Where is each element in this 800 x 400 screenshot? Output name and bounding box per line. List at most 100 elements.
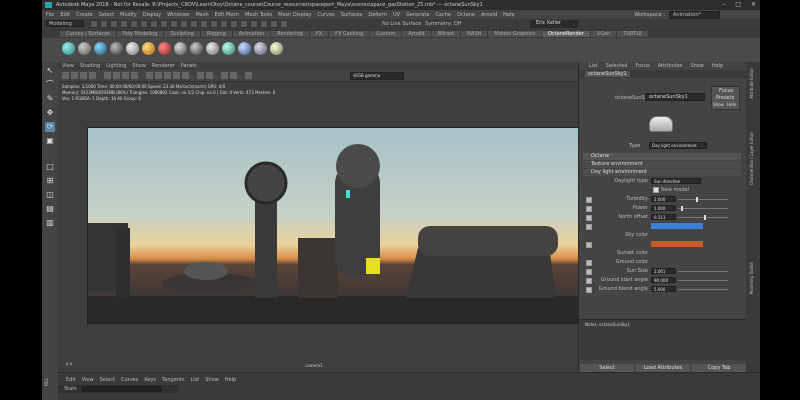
ground-blend-slider[interactable] bbox=[678, 289, 728, 290]
ground-blend-key-checkbox[interactable] bbox=[586, 287, 592, 293]
menu-windows[interactable]: Windows bbox=[167, 12, 189, 18]
redo-icon[interactable] bbox=[130, 20, 138, 28]
ground-start-field[interactable]: 90.000 bbox=[651, 277, 676, 283]
select-button[interactable]: Select bbox=[580, 364, 634, 372]
ge-menu-edit[interactable]: Edit bbox=[66, 377, 76, 383]
toon-material-icon[interactable] bbox=[158, 42, 171, 55]
new-model-checkbox[interactable] bbox=[653, 187, 659, 193]
ae-menu-list[interactable]: List bbox=[589, 63, 598, 69]
undo-icon[interactable] bbox=[120, 20, 128, 28]
north-offset-slider-handle[interactable] bbox=[704, 215, 706, 220]
shelf-tab-curves[interactable]: Curves / Surfaces bbox=[60, 30, 116, 37]
section-texture-environment[interactable]: Texture environment bbox=[583, 161, 741, 168]
load-attributes-button[interactable]: Load Attributes bbox=[636, 364, 690, 372]
shelf-tab-octanerender[interactable]: OctaneRender bbox=[542, 30, 590, 37]
render-frame-icon[interactable] bbox=[220, 20, 228, 28]
sky-color-key-checkbox[interactable] bbox=[586, 224, 592, 230]
sun-size-field[interactable]: 2.061 bbox=[651, 268, 676, 274]
move-tool-icon[interactable]: ✥ bbox=[45, 108, 55, 118]
ae-tab-node[interactable]: octaneSunSky1 bbox=[585, 71, 630, 77]
menu-uv[interactable]: UV bbox=[393, 12, 400, 18]
shelf-tab-custom[interactable]: Custom bbox=[370, 30, 402, 37]
color-manage-icon[interactable] bbox=[245, 72, 252, 79]
grid-icon[interactable] bbox=[104, 72, 111, 79]
layout-four-icon[interactable]: ⊞ bbox=[45, 176, 55, 186]
menu-mesh-display[interactable]: Mesh Display bbox=[278, 12, 311, 18]
ge-menu-view[interactable]: View bbox=[82, 377, 94, 383]
menu-modify[interactable]: Modify bbox=[120, 12, 137, 18]
shelf-tab-rigging[interactable]: Rigging bbox=[200, 30, 232, 37]
diffuse-material-icon[interactable] bbox=[174, 42, 187, 55]
live-surface-field[interactable]: No Live Surface bbox=[382, 21, 421, 27]
snap-point-icon[interactable] bbox=[190, 20, 198, 28]
snap-plane-icon[interactable] bbox=[200, 20, 208, 28]
show-button[interactable]: Show bbox=[713, 102, 724, 107]
history-icon[interactable] bbox=[210, 20, 218, 28]
user-account[interactable]: Eric Keller bbox=[530, 20, 578, 28]
select-component-icon[interactable] bbox=[160, 20, 168, 28]
symmetry-field[interactable]: Symmetry: Off bbox=[425, 21, 461, 27]
menu-help[interactable]: Help bbox=[503, 12, 514, 18]
color-space-dropdown[interactable]: sRGB gamma bbox=[350, 72, 404, 80]
camera-attr-icon[interactable] bbox=[71, 72, 78, 79]
paint-select-icon[interactable]: ✎ bbox=[45, 94, 55, 104]
gate-mask-icon[interactable] bbox=[131, 72, 138, 79]
glossy-material-icon[interactable] bbox=[78, 42, 91, 55]
north-offset-slider[interactable] bbox=[678, 217, 728, 218]
shelf-tab-sculpting[interactable]: Sculpting bbox=[164, 30, 200, 37]
sunset-color-swatch[interactable] bbox=[651, 241, 703, 247]
rotate-tool-icon[interactable]: ⟳ bbox=[45, 122, 55, 132]
mode-dropdown[interactable]: Modeling bbox=[46, 20, 84, 27]
menu-surfaces[interactable]: Surfaces bbox=[341, 12, 363, 18]
close-button[interactable]: ✕ bbox=[751, 1, 756, 8]
section-octane[interactable]: Octane bbox=[583, 153, 741, 160]
workspace-dropdown[interactable]: Animation* bbox=[669, 11, 720, 19]
vp-menu-lighting[interactable]: Lighting bbox=[106, 63, 126, 69]
north-offset-field[interactable]: 0.111 bbox=[651, 214, 676, 220]
layout-single-icon[interactable]: □ bbox=[45, 162, 55, 172]
portal-material-icon[interactable] bbox=[126, 42, 139, 55]
side-tab-channel-box[interactable]: Channel Box / Layer Editor bbox=[749, 132, 754, 185]
sun-sky-icon[interactable] bbox=[270, 42, 283, 55]
smooth-shade-icon[interactable] bbox=[155, 72, 162, 79]
volume-icon[interactable] bbox=[222, 42, 235, 55]
menu-display[interactable]: Display bbox=[143, 12, 161, 18]
menu-cache[interactable]: Cache bbox=[435, 12, 451, 18]
new-scene-icon[interactable] bbox=[90, 20, 98, 28]
sun-size-slider[interactable] bbox=[678, 271, 728, 272]
menu-mesh[interactable]: Mesh bbox=[195, 12, 208, 18]
textured-icon[interactable] bbox=[164, 72, 171, 79]
presets-button[interactable]: Presets bbox=[716, 95, 734, 101]
sky-color-swatch[interactable] bbox=[651, 223, 703, 229]
menu-octane[interactable]: Octane bbox=[457, 12, 475, 18]
hide-button[interactable]: Hide bbox=[727, 102, 736, 107]
node-name-field[interactable]: octaneSunSky1 bbox=[645, 93, 705, 101]
emission-icon[interactable] bbox=[142, 42, 155, 55]
turbidity-slider-handle[interactable] bbox=[695, 197, 698, 202]
sun-size-key-checkbox[interactable] bbox=[586, 269, 592, 275]
layout-side-icon[interactable]: ◫ bbox=[45, 190, 55, 200]
shadows-icon[interactable] bbox=[182, 72, 189, 79]
menu-deform[interactable]: Deform bbox=[368, 12, 387, 18]
maximize-button[interactable]: □ bbox=[735, 1, 741, 8]
shelf-tab-fx-caching[interactable]: FX Caching bbox=[329, 30, 370, 37]
resolution-gate-icon[interactable] bbox=[122, 72, 129, 79]
shelf-tab-poly[interactable]: Poly Modeling bbox=[116, 30, 164, 37]
mix-material-icon[interactable] bbox=[110, 42, 123, 55]
camera-icon[interactable] bbox=[280, 20, 288, 28]
shelf-tab-mash[interactable]: MASH bbox=[460, 30, 488, 37]
render-view-image[interactable] bbox=[87, 127, 580, 324]
minimize-button[interactable]: – bbox=[722, 1, 725, 8]
isolate-icon[interactable] bbox=[206, 72, 213, 79]
focus-button[interactable]: Focus bbox=[719, 88, 733, 94]
copy-tab-button[interactable]: Copy Tab bbox=[692, 364, 746, 372]
snap-grid-icon[interactable] bbox=[170, 20, 178, 28]
scale-tool-icon[interactable]: ▣ bbox=[45, 136, 55, 146]
shelf-tab-turtle[interactable]: TURTLE bbox=[617, 30, 649, 37]
ae-menu-selected[interactable]: Selected bbox=[606, 63, 628, 69]
aa-icon[interactable] bbox=[230, 72, 237, 79]
power-key-checkbox[interactable] bbox=[586, 206, 592, 212]
lights-icon[interactable] bbox=[173, 72, 180, 79]
shelf-tab-xgen[interactable]: XGen bbox=[590, 30, 617, 37]
north-offset-key-checkbox[interactable] bbox=[586, 215, 592, 221]
